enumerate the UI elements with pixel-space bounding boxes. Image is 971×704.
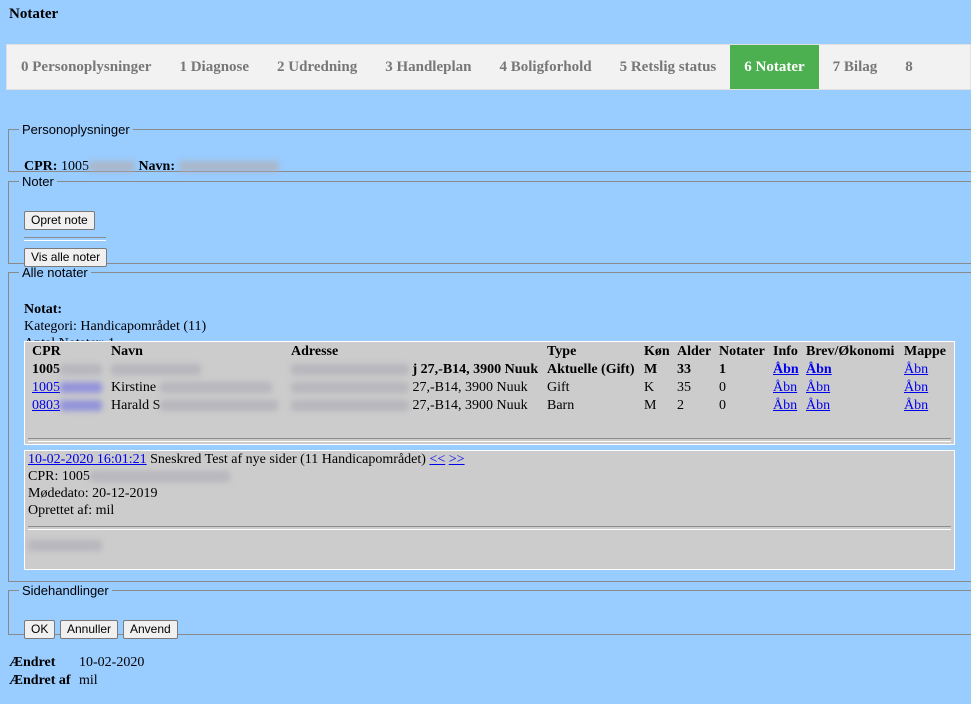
name-label: Navn: [138,159,175,174]
info-link[interactable]: Åbn [773,362,799,378]
header-mappe: Mappe [904,344,946,359]
header-kon: Køn [644,344,670,359]
alle-notater-legend: Alle notater [22,265,88,280]
tab-diagnose[interactable]: 1 Diagnose [165,45,263,89]
noter-legend: Noter [22,174,54,189]
divider [24,237,106,241]
tab-boligforhold[interactable]: 4 Boligforhold [485,45,605,89]
brev-link[interactable]: Åbn [806,398,830,414]
tab-retslig-status[interactable]: 5 Retslig status [606,45,731,89]
note-created-by: Oprettet af: mil [28,503,115,518]
cancel-button[interactable]: Annuller [60,620,119,639]
row-notater: 1 [719,362,726,377]
row-cpr: 1005 [32,362,60,377]
row-alder: 33 [677,362,691,377]
row-cpr-link[interactable]: 1005 [32,380,102,395]
tab-handleplan[interactable]: 3 Handleplan [371,45,485,89]
row-alder: 2 [677,398,684,413]
header-notater: Notater [719,344,765,359]
ok-button[interactable]: OK [24,620,56,639]
info-link[interactable]: Åbn [773,398,797,414]
mappe-link[interactable]: Åbn [904,380,928,396]
cpr-redacted [60,364,102,376]
changed-label: Ændret [9,655,56,670]
table-row: 1005 [32,362,102,378]
row-cpr-link[interactable]: 0803 [32,398,102,413]
address-redacted [291,382,409,394]
changed-by-label: Ændret af [9,673,71,688]
row-kon: M [644,398,657,413]
tab-more[interactable]: 8 [891,45,927,89]
row-notater: 0 [719,380,726,395]
kategori-text: Kategori: Handicapområdet (11) [24,319,207,334]
row-adresse: 27,-B14, 3900 Nuuk [412,398,528,413]
row-type: Gift [547,380,570,395]
person-info: CPR: 1005 Navn: [24,159,279,175]
prev-note-link[interactable]: << [429,452,445,467]
address-redacted [291,400,409,412]
tab-bilag[interactable]: 7 Bilag [819,45,892,89]
row-type: Aktuelle (Gift) [547,362,635,377]
row-notater: 0 [719,398,726,413]
header-brev: Brev/Økonomi [806,344,895,359]
cpr-value: 1005 [60,159,89,174]
row-navn: Harald S [111,398,161,413]
noter-fieldset: Noter Opret note Vis alle noter [8,174,971,267]
changed-by-value: mil [79,673,98,688]
row-navn: Kirstine [111,380,157,395]
apply-button[interactable]: Anvend [123,620,178,639]
sidehandlinger-fieldset: Sidehandlinger OK Annuller Anvend [8,583,971,639]
mappe-link[interactable]: Åbn [904,362,928,378]
sidehandlinger-legend: Sidehandlinger [22,583,109,598]
row-adresse: j 27,-B14, 3900 Nuuk [412,362,539,377]
person-fieldset: Personoplysninger CPR: 1005 Navn: [8,122,971,175]
note-cpr: CPR: 1005 [28,469,230,485]
row-kon: K [644,380,655,395]
table-row: 0803 [32,398,102,414]
note-date-link[interactable]: 10-02-2020 16:01:21 [28,452,147,467]
header-adresse: Adresse [291,344,339,359]
address-redacted [291,364,409,376]
brev-link[interactable]: Åbn [806,380,830,396]
brev-link[interactable]: Åbn [806,362,832,378]
tab-udredning[interactable]: 2 Udredning [263,45,371,89]
note-detail-panel: 10-02-2020 16:01:21 Sneskred Test af nye… [24,450,955,570]
header-alder: Alder [677,344,712,359]
name-redacted [160,400,279,412]
header-info: Info [773,344,798,359]
note-body-redacted [28,540,102,552]
person-legend: Personoplysninger [22,122,130,137]
table-row: 1005 [32,380,102,396]
row-kon: M [644,362,658,377]
notat-label: Notat: [24,302,63,317]
row-type: Barn [547,398,575,413]
divider [28,438,951,442]
create-note-button[interactable]: Opret note [24,211,95,230]
header-cpr: CPR [32,344,61,359]
cpr-redacted [88,161,135,173]
note-meeting-date: Mødedato: 20-12-2019 [28,486,158,501]
tab-personoplysninger[interactable]: 0 Personoplysninger [7,45,165,89]
cpr-redacted [89,471,230,483]
name-redacted [178,161,279,173]
note-title: Sneskred Test af nye sider (11 Handicapo… [150,452,426,467]
cpr-label: CPR: [24,159,58,174]
changed-value: 10-02-2020 [79,655,145,670]
name-redacted [159,382,272,394]
note-header: 10-02-2020 16:01:21 Sneskred Test af nye… [28,452,465,468]
mappe-link[interactable]: Åbn [904,398,928,414]
row-alder: 35 [677,380,691,395]
divider [28,526,951,530]
page-title: Notater [9,6,59,22]
tab-bar: 0 Personoplysninger 1 Diagnose 2 Udredni… [6,44,971,90]
persons-table: CPR Navn Adresse Type Køn Alder Notater … [24,341,955,445]
row-adresse: 27,-B14, 3900 Nuuk [412,380,528,395]
name-redacted [111,364,201,376]
tab-notater[interactable]: 6 Notater [730,45,819,89]
info-link[interactable]: Åbn [773,380,797,396]
header-navn: Navn [111,344,143,359]
header-type: Type [547,344,577,359]
next-note-link[interactable]: >> [449,452,465,467]
